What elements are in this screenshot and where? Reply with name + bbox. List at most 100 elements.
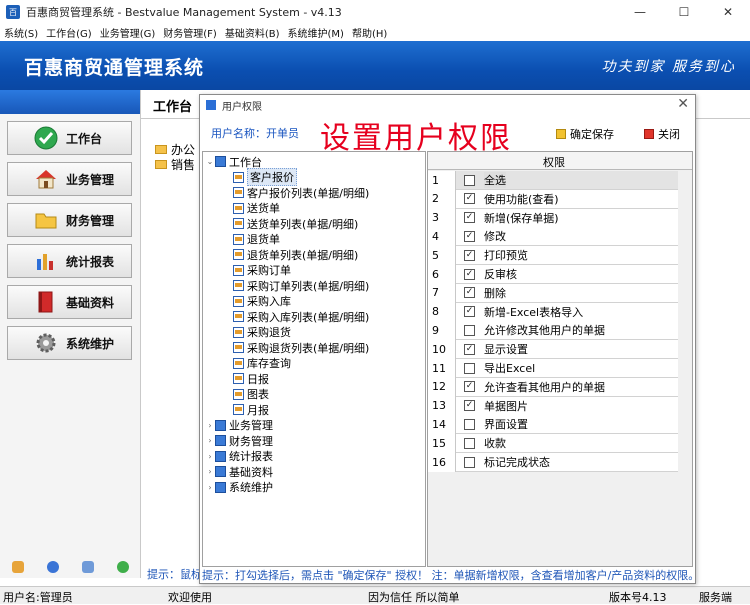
menu-help[interactable]: 帮助(H)	[348, 25, 391, 40]
collapse-icon[interactable]: ›	[205, 483, 215, 492]
permission-row[interactable]: 16 标记完成状态	[428, 452, 678, 472]
permission-row[interactable]: 2 ✓ 使用功能(查看)	[428, 189, 678, 209]
tree-item-function[interactable]: 采购退货	[223, 325, 291, 341]
tree-item-function[interactable]: 客户报价	[223, 168, 297, 187]
tree-item-function[interactable]: 客户报价列表(单据/明细)	[223, 185, 369, 201]
grid-header: 权限	[428, 152, 692, 170]
expand-icon[interactable]: ⌄	[205, 157, 215, 166]
collapse-icon[interactable]: ›	[205, 467, 215, 476]
tree-item-function[interactable]: 图表	[223, 387, 269, 403]
tree-item-function[interactable]: 库存查询	[223, 356, 291, 372]
tree-item-sales[interactable]: 销售	[155, 157, 195, 172]
permission-row[interactable]: 15 收款	[428, 433, 678, 454]
permission-checkbox[interactable]: ✓	[464, 230, 475, 242]
permission-row[interactable]: 6 ✓ 反审核	[428, 264, 678, 284]
collapse-icon[interactable]: ›	[205, 452, 215, 461]
tree-item-function[interactable]: 采购入库	[223, 294, 291, 310]
permission-checkbox[interactable]: ✓	[464, 268, 475, 280]
tree-item-group[interactable]: › 统计报表	[205, 449, 273, 465]
permission-row[interactable]: 8 ✓ 新增-Excel表格导入	[428, 302, 678, 322]
permission-row[interactable]: 7 ✓ 删除	[428, 283, 678, 303]
tree-item-function[interactable]: 送货单	[223, 201, 280, 217]
permission-checkbox[interactable]: ✓	[464, 212, 475, 224]
tree-item-group[interactable]: › 基础资料	[205, 464, 273, 480]
close-button[interactable]: 关闭	[644, 126, 680, 142]
menu-finance[interactable]: 财务管理(F)	[159, 25, 221, 40]
title-bar: 百 百惠商贸管理系统 - Bestvalue Management System…	[0, 0, 750, 24]
nav-workbench-button[interactable]: 工作台	[7, 121, 132, 155]
permission-row[interactable]: 12 ✓ 允许查看其他用户的单据	[428, 377, 678, 397]
dialog-close-icon[interactable]: ✕	[677, 96, 689, 112]
permission-checkbox[interactable]	[464, 437, 475, 449]
menu-business[interactable]: 业务管理(G)	[96, 25, 160, 40]
tree-item-group[interactable]: › 财务管理	[205, 433, 273, 449]
permission-checkbox[interactable]	[464, 362, 475, 374]
row-number: 3	[428, 208, 456, 228]
menu-maintenance[interactable]: 系统维护(M)	[284, 25, 348, 40]
permission-checkbox[interactable]: ✓	[464, 381, 475, 393]
tree-item-function[interactable]: 退货单列表(单据/明细)	[223, 247, 358, 263]
permission-checkbox[interactable]: ✓	[464, 287, 475, 299]
document-icon	[233, 311, 244, 323]
tree-item-function[interactable]: 采购订单	[223, 263, 291, 279]
tree-item-function[interactable]: 采购订单列表(单据/明细)	[223, 278, 369, 294]
module-tree[interactable]: ⌄ 工作台 客户报价 客户报价列表(单据/明细) 送货单 送货单列表(单据/明细) 退货单退…	[202, 151, 426, 567]
permission-checkbox[interactable]	[464, 418, 475, 430]
tree-item-function[interactable]: 采购退货列表(单据/明细)	[223, 340, 369, 356]
tree-item-function[interactable]: 送货单列表(单据/明细)	[223, 216, 358, 232]
key-icon[interactable]	[11, 561, 24, 573]
nav-maintenance-button[interactable]: 系统维护	[7, 326, 132, 360]
permission-row[interactable]: 1 全选	[428, 170, 678, 190]
permission-checkbox[interactable]: ✓	[464, 306, 475, 318]
row-number: 13	[428, 396, 456, 416]
tab-workbench[interactable]: 工作台	[153, 96, 192, 115]
maximize-button[interactable]: ☐	[662, 0, 706, 24]
folder-icon	[155, 145, 167, 154]
document-icon	[233, 187, 244, 199]
tree-item-function[interactable]: 采购入库列表(单据/明细)	[223, 309, 369, 325]
menu-basic-data[interactable]: 基础资料(B)	[221, 25, 284, 40]
row-number: 8	[428, 302, 456, 322]
tree-item-workbench[interactable]: ⌄ 工作台	[205, 154, 262, 170]
nav-business-button[interactable]: 业务管理	[7, 162, 132, 196]
tree-item-function[interactable]: 月报	[223, 402, 269, 418]
permission-checkbox[interactable]: ✓	[464, 249, 475, 261]
permission-checkbox[interactable]	[464, 174, 475, 186]
collapse-icon[interactable]: ›	[205, 421, 215, 430]
permission-checkbox[interactable]: ✓	[464, 343, 475, 355]
permission-row[interactable]: 11 导出Excel	[428, 358, 678, 378]
permission-row[interactable]: 9 允许修改其他用户的单据	[428, 320, 678, 341]
permission-checkbox[interactable]: ✓	[464, 193, 475, 205]
menu-system[interactable]: 系统(S)	[0, 25, 42, 40]
permission-row[interactable]: 4 ✓ 修改	[428, 226, 678, 247]
grid-header-label: 权限	[543, 156, 565, 169]
permission-label: 单据图片	[484, 399, 528, 413]
nav-reports-button[interactable]: 统计报表	[7, 244, 132, 278]
tree-item-function[interactable]: 退货单	[223, 232, 280, 248]
nav-basic-data-button[interactable]: 基础资料	[7, 285, 132, 319]
permission-checkbox[interactable]: ✓	[464, 400, 475, 412]
close-window-button[interactable]: ✕	[706, 0, 750, 24]
tree-item-group[interactable]: › 系统维护	[205, 480, 273, 496]
minimize-button[interactable]: —	[618, 0, 662, 24]
tree-item-office[interactable]: 办公	[155, 142, 195, 157]
document-icon	[233, 280, 244, 292]
calculator-icon[interactable]	[82, 561, 95, 573]
tree-item-function[interactable]: 日报	[223, 371, 269, 387]
clock-icon[interactable]	[46, 561, 59, 573]
permission-row[interactable]: 13 ✓ 单据图片	[428, 396, 678, 416]
permission-row[interactable]: 14 界面设置	[428, 414, 678, 435]
document-icon	[233, 357, 244, 369]
menu-workbench[interactable]: 工作台(G)	[42, 25, 96, 40]
nav-finance-button[interactable]: 财务管理	[7, 203, 132, 237]
permission-row[interactable]: 5 ✓ 打印预览	[428, 245, 678, 266]
tree-item-group[interactable]: › 业务管理	[205, 418, 273, 434]
refresh-icon[interactable]	[117, 561, 130, 573]
save-button[interactable]: 确定保存	[556, 126, 614, 142]
permission-label: 允许查看其他用户的单据	[484, 380, 605, 394]
permission-checkbox[interactable]	[464, 324, 475, 336]
collapse-icon[interactable]: ›	[205, 436, 215, 445]
permission-row[interactable]: 3 ✓ 新增(保存单据)	[428, 208, 678, 228]
permission-row[interactable]: 10 ✓ 显示设置	[428, 339, 678, 360]
permission-checkbox[interactable]	[464, 456, 475, 468]
